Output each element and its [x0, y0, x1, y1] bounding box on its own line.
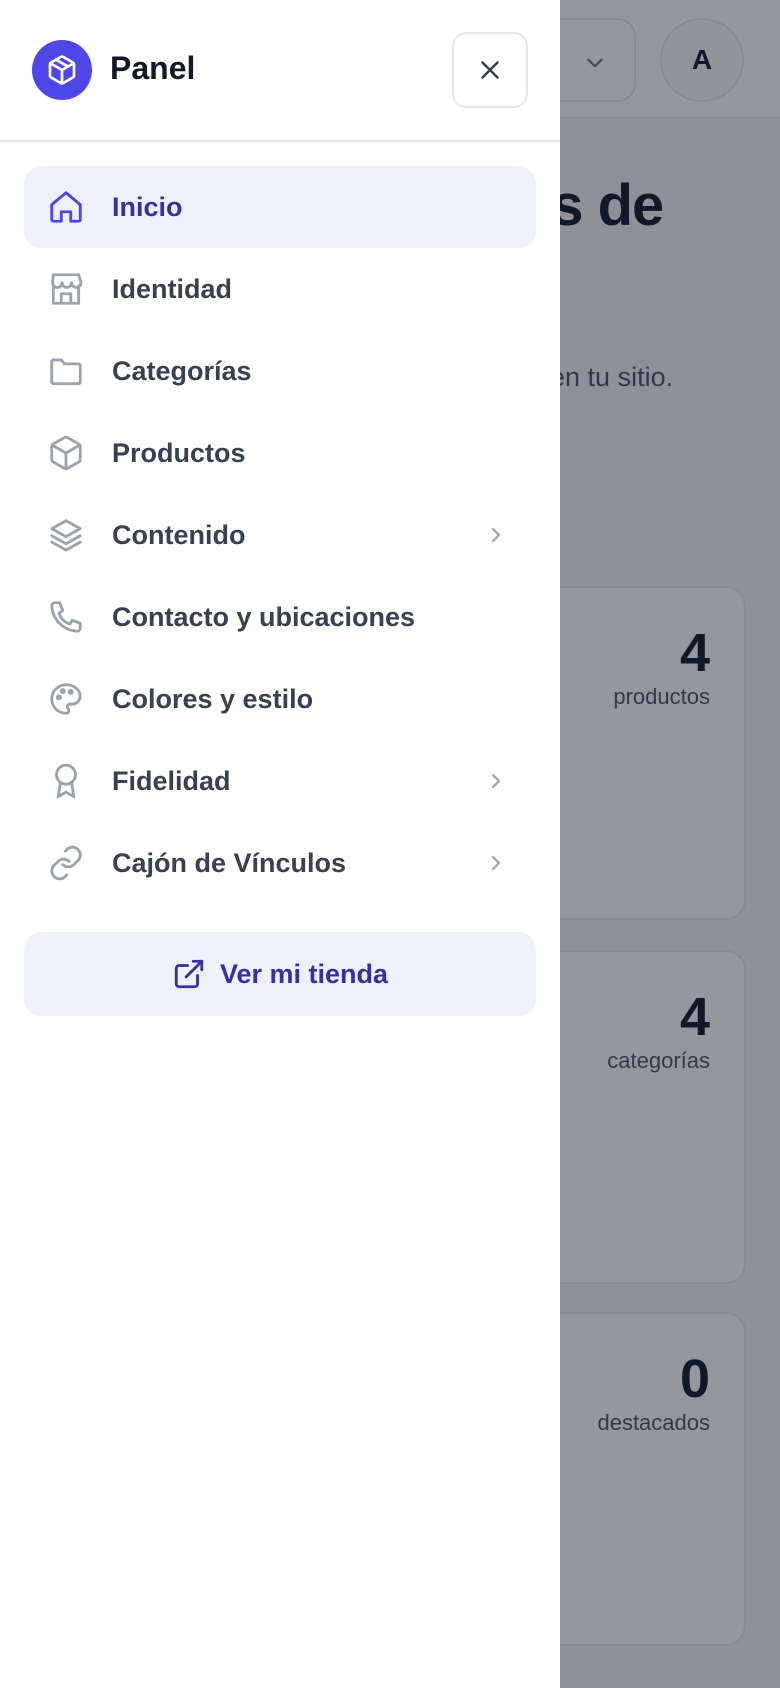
layers-icon [46, 515, 86, 555]
chevron-right-icon [491, 773, 501, 789]
drawer-header: Panel [0, 0, 560, 142]
nav-item-label: Cajón de Vínculos [112, 848, 347, 878]
nav-item-fidelidad[interactable]: Fidelidad [24, 740, 536, 822]
box-icon [32, 40, 92, 100]
nav-item-colores[interactable]: Colores y estilo [24, 658, 536, 740]
phone-icon [46, 597, 86, 637]
box-icon [46, 433, 86, 473]
folder-icon [46, 351, 86, 391]
link-icon [46, 843, 86, 883]
view-store-button[interactable]: Ver mi tienda [24, 932, 536, 1016]
view-store-label: Ver mi tienda [219, 958, 389, 989]
nav-item-contacto[interactable]: Contacto y ubicaciones [24, 576, 536, 658]
nav-item-categorias[interactable]: Categorías [24, 330, 536, 412]
nav-item-label: Fidelidad [112, 766, 231, 796]
close-button[interactable] [452, 32, 528, 108]
nav-item-label: Colores y estilo [112, 684, 314, 714]
nav-item-label: Inicio [112, 192, 183, 222]
nav-item-inicio[interactable]: Inicio [24, 166, 536, 248]
chevron-right-icon [491, 855, 501, 871]
palette-icon [46, 679, 86, 719]
nav-item-label: Contacto y ubicaciones [112, 602, 416, 632]
side-drawer: Panel Inicio Identidad Categorías Produc… [0, 0, 560, 1688]
chevron-right-icon [491, 527, 501, 543]
external-link-icon [174, 959, 204, 989]
nav-item-cajon-de-vinculos[interactable]: Cajón de Vínculos [24, 822, 536, 904]
nav-item-label: Contenido [112, 520, 246, 550]
nav-item-label: Categorías [112, 356, 252, 386]
nav-item-identidad[interactable]: Identidad [24, 248, 536, 330]
nav-item-label: Identidad [112, 274, 232, 304]
home-icon [46, 187, 86, 227]
nav-item-productos[interactable]: Productos [24, 412, 536, 494]
close-icon [481, 61, 499, 79]
nav-item-contenido[interactable]: Contenido [24, 494, 536, 576]
award-icon [46, 761, 86, 801]
drawer-nav: Inicio Identidad Categorías Productos Co… [24, 166, 536, 904]
nav-item-label: Productos [112, 438, 246, 468]
drawer-title: Panel [110, 50, 196, 86]
store-icon [46, 269, 86, 309]
